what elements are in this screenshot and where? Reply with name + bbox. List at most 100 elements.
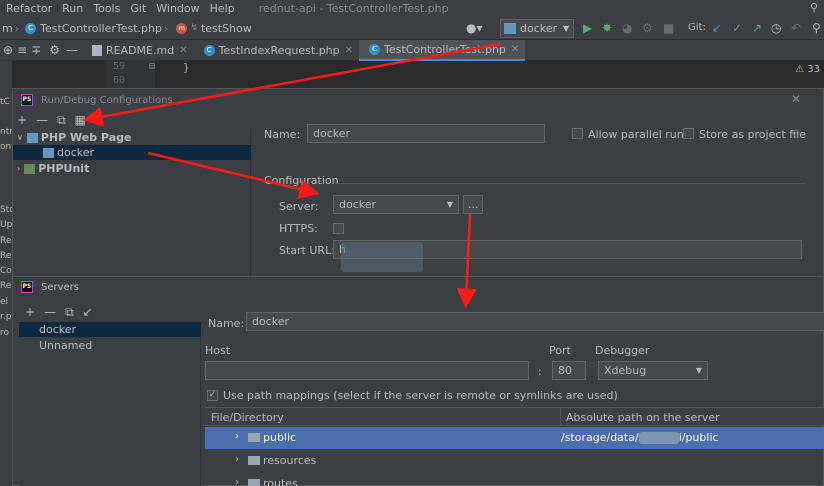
breadcrumb-method[interactable]: testShow xyxy=(201,22,252,35)
configuration-group-label: Configuration xyxy=(264,174,339,187)
close-icon[interactable]: ✕ xyxy=(345,45,353,56)
server-name-field[interactable]: docker xyxy=(246,312,824,331)
tab-readme[interactable]: README.md ✕ xyxy=(86,40,194,61)
expand-icon[interactable]: ∓ xyxy=(31,43,41,57)
debugger-select[interactable]: Xdebug ▼ xyxy=(598,361,708,380)
row-name: resources xyxy=(263,454,317,467)
server-select[interactable]: docker ▼ xyxy=(333,195,459,214)
host-field[interactable] xyxy=(205,361,529,380)
close-icon[interactable]: ✕ xyxy=(179,45,187,56)
search-icon[interactable]: ⚲ xyxy=(810,1,818,14)
close-icon[interactable]: ✕ xyxy=(511,44,519,55)
remove-icon[interactable]: — xyxy=(36,113,48,128)
table-row[interactable]: › routes xyxy=(205,473,824,486)
collapse-icon[interactable]: ≡ xyxy=(17,43,27,57)
coverage-icon[interactable]: ◕ xyxy=(622,20,632,36)
store-project-checkbox[interactable] xyxy=(683,128,694,139)
strip-text: tC xyxy=(0,97,10,107)
browse-servers-button[interactable]: ... xyxy=(463,195,483,214)
fold-icon[interactable]: ⊟ xyxy=(149,61,155,72)
chevron-right-icon[interactable]: › xyxy=(235,477,239,486)
tree-node-php-web-page[interactable]: ∨ PHP Web Page xyxy=(17,130,131,145)
close-icon[interactable]: ✕ xyxy=(791,92,801,106)
tree-node-docker[interactable]: docker xyxy=(13,145,251,160)
row-path[interactable]: /storage/data/i/public xyxy=(561,431,719,444)
chevron-down-icon: ▼ xyxy=(695,366,702,375)
column-header-absolute-path[interactable]: Absolute path on the server xyxy=(566,411,720,424)
gear-icon[interactable]: ⚙ xyxy=(49,43,60,57)
column-header-file[interactable]: File/Directory xyxy=(211,411,284,424)
breadcrumb-separator: › xyxy=(14,21,20,35)
tab-label: TestIndexRequest.php xyxy=(218,43,340,57)
chevron-right-icon[interactable]: › xyxy=(235,431,239,442)
row-name: routes xyxy=(263,477,298,486)
php-class-icon: C xyxy=(369,43,381,55)
menu-tools[interactable]: Tools xyxy=(93,2,120,15)
warnings-indicator[interactable]: ⚠ 33 xyxy=(795,64,820,75)
target-icon[interactable]: ⊕ xyxy=(3,43,13,57)
copy-icon[interactable]: ⧉ xyxy=(65,305,74,320)
gear-icon[interactable]: ⚙ xyxy=(791,127,801,140)
table-row[interactable]: › resources xyxy=(205,450,824,472)
chevron-down-icon: ∨ xyxy=(17,133,23,142)
import-icon[interactable]: ↙ xyxy=(83,305,93,320)
add-icon[interactable]: + xyxy=(17,113,27,128)
column-divider xyxy=(560,408,561,426)
git-push-icon[interactable]: ↗ xyxy=(752,20,762,36)
user-icon[interactable]: ●▾ xyxy=(466,20,483,36)
strip-text: ro xyxy=(0,328,10,338)
tree-node-label: PHPUnit xyxy=(38,162,90,175)
stop-icon[interactable]: ■ xyxy=(663,20,674,36)
run-configuration-combo[interactable]: docker ▼ xyxy=(500,19,574,38)
save-folder-icon[interactable]: ▦ xyxy=(75,113,86,128)
menu-run[interactable]: Run xyxy=(62,2,83,15)
use-path-mappings-checkbox[interactable]: ✓ xyxy=(207,390,218,401)
tab-test-index-request[interactable]: C TestIndexRequest.php ✕ xyxy=(194,40,359,61)
strip-text: Re xyxy=(0,251,12,261)
run-icon[interactable]: ▶ xyxy=(583,20,592,36)
row-path-suffix: i/public xyxy=(678,431,719,444)
minimize-icon[interactable]: — xyxy=(66,43,78,57)
strip-text: Re xyxy=(0,281,12,291)
sort-icon[interactable]: ↓ xyxy=(95,113,105,128)
warning-icon: ⚠ xyxy=(795,64,805,75)
strip-text: el xyxy=(0,297,9,307)
allow-parallel-checkbox[interactable] xyxy=(572,128,583,139)
https-checkbox[interactable] xyxy=(333,223,344,234)
php-class-icon: C xyxy=(203,44,215,56)
breadcrumb-separator: › xyxy=(164,21,169,35)
tab-test-controller-test[interactable]: C TestControllerTest.php ✕ xyxy=(359,39,526,61)
chevron-right-icon[interactable]: › xyxy=(235,454,239,465)
menu-refactor[interactable]: Refactor xyxy=(6,2,52,15)
redacted-url xyxy=(341,242,423,272)
name-field[interactable]: docker xyxy=(307,124,545,143)
breadcrumb-file[interactable]: TestControllerTest.php xyxy=(40,22,162,35)
table-row[interactable]: › public /storage/data/i/public xyxy=(205,427,824,449)
server-item-unnamed[interactable]: Unnamed xyxy=(19,338,201,353)
line-number: 60 xyxy=(113,75,126,86)
remove-icon[interactable]: — xyxy=(44,305,56,320)
servers-dialog: PS Servers + — ⧉ ↙ docker Unnamed Name: … xyxy=(12,276,824,486)
link-icon: ↯ xyxy=(190,23,198,33)
strip-text: Re xyxy=(0,236,12,246)
menu-help[interactable]: Help xyxy=(210,2,235,15)
phpstorm-logo-icon: PS xyxy=(21,94,33,106)
phpstorm-logo-icon: PS xyxy=(21,281,33,293)
menu-git[interactable]: Git xyxy=(130,2,146,15)
search-everywhere-icon[interactable]: ⚲ xyxy=(812,20,821,36)
git-commit-icon[interactable]: ✓ xyxy=(732,20,742,36)
menu-window[interactable]: Window xyxy=(156,2,199,15)
tree-node-phpunit[interactable]: › PHPUnit xyxy=(17,161,89,176)
rollback-icon[interactable]: ↶ xyxy=(791,20,801,36)
git-update-icon[interactable]: ↙ xyxy=(712,20,722,36)
copy-icon[interactable]: ⧉ xyxy=(57,113,66,128)
config-toolbar: + — ⧉ ▦ ↓ xyxy=(17,113,114,128)
server-item-docker[interactable]: docker xyxy=(19,322,201,337)
debug-icon[interactable]: ✸ xyxy=(602,20,612,36)
history-icon[interactable]: ◷ xyxy=(771,20,781,36)
add-icon[interactable]: + xyxy=(25,305,35,320)
profile-icon[interactable]: ⚙ xyxy=(642,20,653,36)
code-editor[interactable]: 59 60 ⊟ } ⚠ 33 xyxy=(0,61,824,89)
port-field[interactable]: 80 xyxy=(552,361,586,380)
breadcrumb-prefix[interactable]: m xyxy=(2,22,13,35)
